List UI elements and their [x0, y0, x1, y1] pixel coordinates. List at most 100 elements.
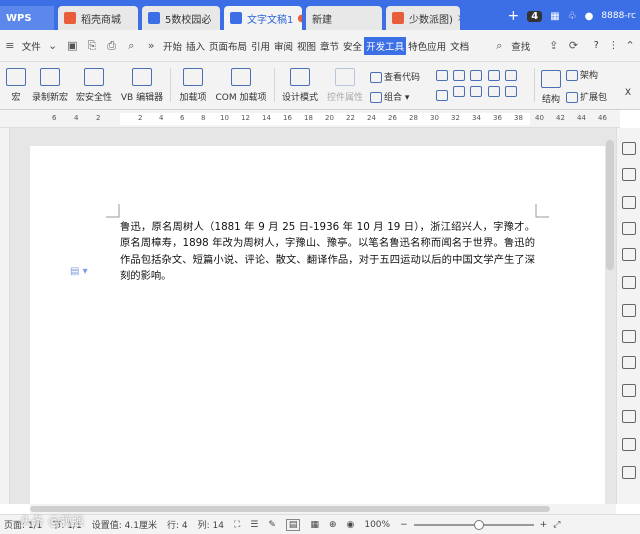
vb-editor-button[interactable]: VB 编辑器 — [118, 68, 166, 103]
ribbon-close-button[interactable]: X — [622, 88, 634, 98]
window-count-badge[interactable]: 4 — [527, 10, 543, 22]
close-icon[interactable]: × — [453, 13, 460, 24]
new-tab-button[interactable]: + — [508, 8, 520, 24]
fullscreen-icon[interactable]: ⛶ — [234, 520, 240, 530]
menu-security[interactable]: 安全 — [341, 39, 364, 53]
read-view-icon[interactable]: ▦ — [310, 520, 319, 530]
structure-button[interactable]: 结构 — [538, 70, 564, 105]
image-control-icon[interactable] — [470, 70, 483, 81]
expansion-pack-button[interactable]: 扩展包 — [566, 90, 612, 103]
record-macro-button[interactable]: 录制新宏 — [30, 68, 70, 103]
hamburger-icon[interactable]: ≡ — [4, 39, 16, 53]
collapse-ribbon-icon[interactable]: ⌃ — [624, 39, 636, 53]
style-icon[interactable] — [622, 196, 636, 209]
zoom-level[interactable]: 100% — [364, 520, 390, 530]
more-quick-icon[interactable]: » — [145, 39, 157, 53]
search-icon[interactable]: ⌕ — [494, 39, 506, 53]
more-button[interactable]: ⋮ — [607, 40, 621, 51]
wps-home-tab[interactable]: WPS — [0, 6, 54, 30]
menu-references[interactable]: 引用 — [249, 39, 272, 53]
tab-document-1[interactable]: 文字文稿1 ● — [224, 6, 302, 30]
com-addins-button[interactable]: COM 加载项 — [212, 68, 270, 103]
macro-icon — [6, 68, 26, 86]
vertical-ruler[interactable] — [0, 128, 10, 504]
export-icon[interactable]: ⎘ — [86, 39, 98, 53]
label-control-icon[interactable] — [453, 70, 466, 81]
share-icon[interactable] — [622, 330, 636, 343]
design-mode-button[interactable]: 设计模式 — [280, 68, 320, 103]
eye-protect-icon[interactable]: ◉ — [347, 520, 355, 530]
tab-docer-mall[interactable]: 稻壳商城 — [58, 6, 138, 30]
archive-icon[interactable] — [622, 384, 636, 397]
tab-campus[interactable]: 5数校园必 — [142, 6, 220, 30]
zoom-in-button[interactable]: + — [540, 520, 548, 530]
menu-file[interactable]: 文件 — [20, 39, 43, 53]
text-control-icon[interactable] — [436, 70, 448, 81]
sync-icon[interactable]: ⟳ — [568, 39, 580, 53]
translate-icon[interactable] — [622, 356, 636, 369]
tab-sspai[interactable]: 少数派图) × — [386, 6, 460, 30]
help-button[interactable]: ? — [592, 40, 601, 51]
menu-review[interactable]: 审阅 — [272, 39, 295, 53]
vertical-scrollbar-thumb[interactable] — [606, 140, 614, 270]
print-icon[interactable]: ⎙ — [106, 39, 118, 53]
horizontal-ruler[interactable]: 6 4 2 2 4 6 8 10 12 14 16 18 20 22 24 26… — [0, 110, 620, 128]
menu-start[interactable]: 开始 — [161, 39, 184, 53]
combo-control-icon[interactable] — [453, 85, 466, 97]
avatar[interactable]: ● — [585, 11, 594, 22]
unsaved-dot-icon[interactable]: ● — [293, 13, 302, 24]
document-page[interactable]: ▤ ▾ 鲁迅，原名周树人（1881 年 9 月 25 日-1936 年 10 月… — [30, 146, 605, 504]
menu-special[interactable]: 特色应用 — [406, 39, 448, 53]
zoom-slider-knob[interactable] — [473, 519, 484, 530]
zoom-out-button[interactable]: − — [400, 520, 408, 530]
menu-chapter[interactable]: 章节 — [318, 39, 341, 53]
menu-view[interactable]: 视图 — [295, 39, 318, 53]
copy-icon[interactable] — [622, 304, 636, 317]
horizontal-scrollbar-thumb[interactable] — [30, 506, 550, 512]
image-icon[interactable] — [622, 410, 636, 423]
chevron-down-icon[interactable]: ⌄ — [47, 39, 59, 53]
preview-icon[interactable]: ⌕ — [126, 39, 138, 53]
backup-icon[interactable] — [622, 438, 636, 451]
search-button[interactable]: 查找 — [509, 39, 532, 53]
table-icon[interactable] — [622, 248, 636, 261]
paragraph-handle-icon[interactable]: ▤ ▾ — [70, 266, 88, 277]
checkbox-control-icon[interactable] — [504, 70, 517, 81]
grid-icon[interactable]: ▦ — [550, 11, 559, 22]
edit-icon[interactable] — [622, 142, 636, 155]
view-code-button[interactable]: 查看代码 — [370, 70, 430, 83]
zoom-slider[interactable] — [413, 519, 534, 530]
menu-page-layout[interactable]: 页面布局 — [207, 39, 249, 53]
fill-icon[interactable] — [622, 222, 636, 235]
control-properties-button[interactable]: 控件属性 — [324, 68, 366, 103]
macro-button[interactable]: 宏 — [4, 68, 28, 103]
macro-security-button[interactable]: 宏安全性 — [74, 68, 114, 103]
date-control-icon[interactable] — [470, 85, 483, 97]
menu-insert[interactable]: 插入 — [184, 39, 207, 53]
group-button[interactable]: 组合 ▾ — [370, 90, 430, 103]
layout-icon[interactable] — [622, 276, 636, 289]
web-view-icon[interactable]: ⊕ — [329, 520, 337, 530]
menu-developer[interactable]: 开发工具 — [364, 36, 407, 55]
select-icon[interactable] — [622, 168, 636, 181]
page-view-icon[interactable]: ▤ — [285, 518, 301, 531]
expand-icon[interactable] — [622, 466, 636, 479]
fit-page-icon[interactable]: ⤢ — [553, 520, 560, 530]
user-name[interactable]: 8888-rc — [601, 11, 636, 21]
skin-icon[interactable]: ♧ — [568, 11, 577, 22]
tab-new[interactable]: 新建 — [306, 6, 382, 30]
pen-icon[interactable]: ✎ — [268, 520, 276, 530]
image-control-2-icon[interactable] — [487, 70, 500, 81]
horizontal-scrollbar[interactable] — [30, 504, 616, 514]
document-body-text[interactable]: 鲁迅，原名周树人（1881 年 9 月 25 日-1936 年 10 月 19 … — [120, 219, 535, 285]
shield-icon — [84, 68, 104, 86]
more-controls-icon[interactable] — [504, 85, 517, 97]
save-icon[interactable]: ▣ — [66, 39, 78, 53]
schema-button[interactable]: 架构 — [566, 68, 610, 81]
grid-control-icon[interactable] — [487, 85, 500, 97]
outline-icon[interactable]: ☰ — [250, 520, 258, 530]
list-control-icon[interactable] — [436, 89, 448, 101]
share-icon[interactable]: ⇪ — [548, 39, 560, 53]
addins-button[interactable]: 加载项 — [176, 68, 210, 103]
menu-document[interactable]: 文档 — [448, 39, 471, 53]
